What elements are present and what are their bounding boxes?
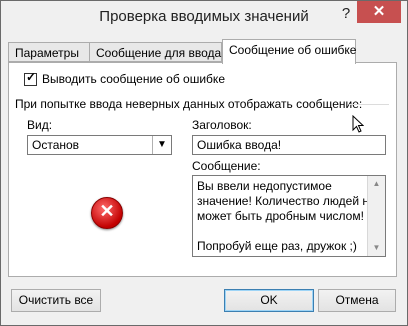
help-button[interactable]: ?: [335, 4, 357, 24]
message-line: Вы ввели недопустимое: [197, 179, 332, 193]
message-line: ​: [197, 224, 381, 239]
tab-input-message[interactable]: Сообщение для ввода: [89, 42, 222, 62]
message-scrollbar[interactable]: ▲ ▼: [367, 176, 385, 256]
chevron-down-icon[interactable]: ▼: [152, 136, 171, 154]
error-stop-icon: ✕: [91, 197, 123, 229]
message-line: может быть дробным числом!: [197, 209, 364, 223]
checkmark-icon: ✓: [26, 70, 37, 84]
message-textarea[interactable]: Вы ввели недопустимое значение! Количест…: [192, 175, 386, 257]
close-button[interactable]: ✕: [357, 1, 401, 23]
style-select-value: Останов: [32, 138, 80, 152]
section-text: При попытке ввода неверных данных отобра…: [15, 97, 363, 111]
title-input[interactable]: Ошибка ввода!: [192, 135, 386, 155]
ok-button[interactable]: OK: [224, 289, 314, 312]
title-bar: Проверка вводимых значений ? ✕: [1, 1, 407, 35]
title-label: Заголовок:: [192, 118, 252, 132]
message-label: Сообщение:: [192, 159, 261, 173]
tab-parameters[interactable]: Параметры: [8, 42, 90, 62]
message-line: Попробуй еще раз, дружок ;): [197, 239, 357, 253]
message-line: значение! Количество людей не: [197, 194, 376, 208]
show-error-checkbox[interactable]: ✓: [24, 70, 37, 86]
section-divider: [349, 104, 389, 105]
show-error-label: Выводить сообщение об ошибке: [42, 72, 225, 86]
clear-all-button[interactable]: Очистить все: [11, 289, 101, 312]
title-input-value: Ошибка ввода!: [197, 138, 282, 152]
style-label: Вид:: [27, 118, 53, 132]
scroll-down-icon[interactable]: ▼: [368, 240, 385, 256]
cancel-button[interactable]: Отмена: [318, 289, 396, 312]
dialog-window: Проверка вводимых значений ? ✕ Параметры…: [0, 0, 408, 326]
mouse-cursor-icon: [352, 115, 364, 133]
error-message-panel: ✓ Выводить сообщение об ошибке При попыт…: [8, 62, 397, 277]
tab-error-message[interactable]: Сообщение об ошибке: [222, 39, 356, 64]
scroll-up-icon[interactable]: ▲: [368, 176, 385, 192]
cross-icon: ✕: [99, 201, 115, 221]
style-select[interactable]: Останов ▼: [27, 135, 172, 155]
